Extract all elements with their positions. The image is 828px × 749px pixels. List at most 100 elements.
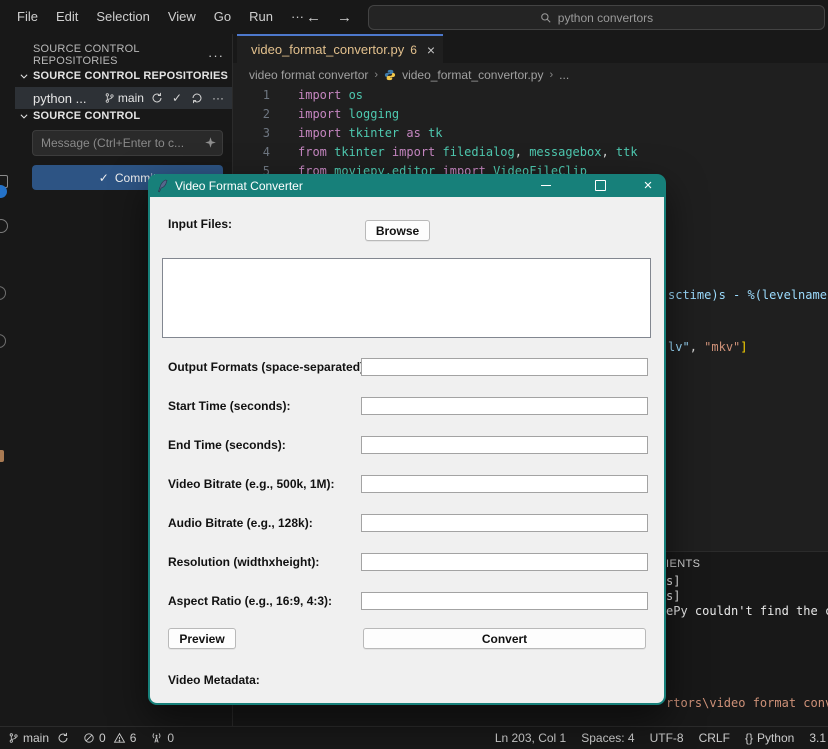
menu-go[interactable]: Go xyxy=(205,0,240,34)
menu-run[interactable]: Run xyxy=(240,0,282,34)
code-line: 4from tkinter import filedialog, message… xyxy=(232,143,828,162)
more-actions-icon[interactable]: ··· xyxy=(212,91,224,105)
code-fragment: sctime)s - %(levelname) xyxy=(668,288,828,302)
tab-video-format-convertor[interactable]: video_format_convertor.py 6 × xyxy=(237,34,443,63)
problems-status-item[interactable]: 0 6 xyxy=(83,731,136,745)
activity-bar-icon[interactable] xyxy=(0,450,4,462)
convert-button[interactable]: Convert xyxy=(363,628,646,649)
branch-status-item[interactable]: main xyxy=(8,731,69,745)
history-nav: ← → xyxy=(306,0,352,34)
field-label: Aspect Ratio (e.g., 16:9, 4:3): xyxy=(168,592,332,610)
field-input[interactable] xyxy=(361,358,648,376)
activity-bar-icon[interactable] xyxy=(0,286,6,300)
menu-edit[interactable]: Edit xyxy=(47,0,87,34)
close-button[interactable]: × xyxy=(631,174,665,197)
error-icon xyxy=(83,732,95,744)
breadcrumb-file[interactable]: video_format_convertor.py xyxy=(402,68,543,82)
title-bar: FileEditSelectionViewGoRun··· ← → python… xyxy=(0,0,828,35)
terminal-output: s]s]ePy couldn't find the c xyxy=(666,574,828,619)
eol-item[interactable]: CRLF xyxy=(699,731,730,745)
field-row: Video Bitrate (e.g., 500k, 1M): xyxy=(150,475,664,493)
menu-file[interactable]: File xyxy=(8,0,47,34)
field-row: Audio Bitrate (e.g., 128k): xyxy=(150,514,664,532)
check-icon[interactable]: ✓ xyxy=(172,91,182,105)
field-input[interactable] xyxy=(361,592,648,610)
breadcrumb-symbol[interactable]: ... xyxy=(559,68,569,82)
dialog-title: Video Format Converter xyxy=(175,179,303,193)
close-icon[interactable]: × xyxy=(427,42,435,58)
indentation-item[interactable]: Spaces: 4 xyxy=(581,731,634,745)
code-line: 1import os xyxy=(232,86,828,105)
maximize-button[interactable] xyxy=(583,174,617,197)
cursor-position-item[interactable]: Ln 203, Col 1 xyxy=(495,731,566,745)
commit-message-input[interactable] xyxy=(32,130,223,156)
code-editor[interactable]: 1import os2import logging3import tkinter… xyxy=(232,86,828,181)
browse-button[interactable]: Browse xyxy=(365,220,430,241)
ports-status-item[interactable]: 0 xyxy=(150,731,174,745)
line-number: 1 xyxy=(232,86,270,105)
field-row: Start Time (seconds): xyxy=(150,397,664,415)
field-input[interactable] xyxy=(361,397,648,415)
activity-bar xyxy=(0,34,15,727)
field-input[interactable] xyxy=(361,553,648,571)
chevron-down-icon xyxy=(19,71,29,81)
sidebar-panel-title: SOURCE CONTROL REPOSITORIES xyxy=(33,43,208,67)
input-files-listbox[interactable] xyxy=(162,258,651,338)
repo-name: python ... xyxy=(33,91,97,106)
line-number: 3 xyxy=(232,124,270,143)
activity-bar-icon[interactable] xyxy=(0,219,8,233)
ports-count: 0 xyxy=(167,731,174,745)
chevron-right-icon: › xyxy=(374,69,378,81)
sync-icon[interactable] xyxy=(151,92,163,104)
terminal-line: s] xyxy=(666,589,828,604)
repo-branch[interactable]: main xyxy=(104,91,144,105)
refresh-icon[interactable] xyxy=(191,92,203,104)
field-label: Start Time (seconds): xyxy=(168,397,290,415)
minimize-button[interactable] xyxy=(529,174,563,197)
field-input[interactable] xyxy=(361,514,648,532)
chevron-down-icon xyxy=(19,111,29,121)
repo-row-python[interactable]: python ... main ✓ ··· xyxy=(15,87,232,109)
code-line: 3import tkinter as tk xyxy=(232,124,828,143)
search-text: python convertors xyxy=(558,11,653,25)
back-arrow-icon[interactable]: ← xyxy=(306,9,321,26)
search-icon xyxy=(540,12,552,24)
git-branch-icon xyxy=(8,732,19,744)
section-repositories[interactable]: SOURCE CONTROL REPOSITORIES xyxy=(19,70,228,82)
branch-name: main xyxy=(118,91,144,105)
line-number: 2 xyxy=(232,105,270,124)
tab-filename: video_format_convertor.py xyxy=(251,42,404,57)
language-mode-item[interactable]: {} Python xyxy=(745,731,794,745)
breadcrumb: video format convertor › video_format_co… xyxy=(232,63,828,86)
breadcrumb-folder[interactable]: video format convertor xyxy=(249,68,368,82)
menu-bar: FileEditSelectionViewGoRun··· xyxy=(0,0,313,34)
panel-more-actions-icon[interactable]: ··· xyxy=(208,48,224,63)
tab-problem-badge: 6 xyxy=(410,43,417,57)
command-center-search[interactable]: python convertors xyxy=(368,5,825,30)
field-input[interactable] xyxy=(361,436,648,454)
language-label: Python xyxy=(757,731,794,745)
menu-view[interactable]: View xyxy=(159,0,205,34)
terminal-line: s] xyxy=(666,574,828,589)
panel-tab-comments[interactable]: IENTS xyxy=(666,558,700,570)
field-input[interactable] xyxy=(361,475,648,493)
dialog-title-bar[interactable]: Video Format Converter × xyxy=(148,174,666,197)
section-source-control[interactable]: SOURCE CONTROL xyxy=(19,110,140,122)
preview-button[interactable]: Preview xyxy=(168,628,236,649)
python-version-item[interactable]: 3.1 xyxy=(809,731,826,745)
encoding-item[interactable]: UTF-8 xyxy=(650,731,684,745)
section-label: SOURCE CONTROL REPOSITORIES xyxy=(33,70,228,82)
terminal-line: ePy couldn't find the c xyxy=(666,604,828,619)
git-branch-icon xyxy=(104,92,115,104)
menu-selection[interactable]: Selection xyxy=(87,0,158,34)
sparkle-icon[interactable] xyxy=(204,136,217,149)
forward-arrow-icon[interactable]: → xyxy=(337,9,352,26)
video-metadata-label: Video Metadata: xyxy=(168,671,260,689)
branch-name: main xyxy=(23,731,49,745)
vscode-window: FileEditSelectionViewGoRun··· ← → python… xyxy=(0,0,828,749)
sync-icon xyxy=(57,732,69,744)
warning-count: 6 xyxy=(130,731,137,745)
field-label: End Time (seconds): xyxy=(168,436,286,454)
line-number: 4 xyxy=(232,143,270,162)
activity-bar-icon[interactable] xyxy=(0,334,6,348)
